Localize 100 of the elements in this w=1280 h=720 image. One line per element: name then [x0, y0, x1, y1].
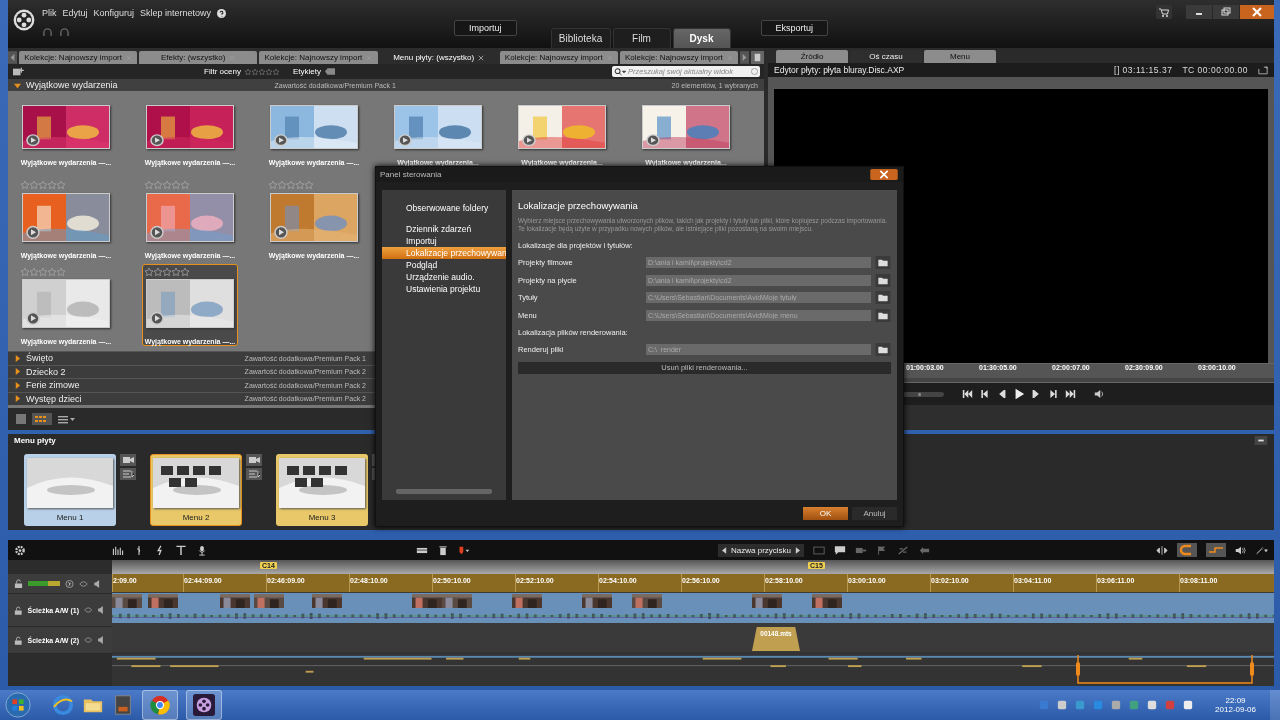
grid-view-icon[interactable]	[32, 413, 52, 425]
star-icon[interactable]	[48, 181, 56, 190]
star-icon[interactable]	[39, 181, 47, 190]
magnet-icon[interactable]	[1177, 543, 1197, 557]
mode-tab[interactable]: Biblioteka	[550, 28, 611, 48]
library-tab[interactable]: Kolekcje: Najnowszy import	[259, 51, 378, 64]
ok-button[interactable]: OK	[803, 506, 848, 520]
play-icon[interactable]	[1013, 388, 1025, 400]
clock-time[interactable]: 22:09	[1225, 696, 1246, 705]
rating-stars[interactable]	[269, 180, 313, 190]
scroll-right-icon[interactable]	[740, 51, 750, 64]
camera-link-icon[interactable]	[246, 454, 262, 466]
sort-icon[interactable]	[246, 468, 262, 480]
star-icon[interactable]	[278, 181, 286, 190]
clock-date[interactable]: 2012-09-06	[1215, 705, 1256, 714]
tray-icon[interactable]	[1183, 700, 1194, 710]
list-view-icon[interactable]	[56, 413, 76, 425]
rating-stars[interactable]	[145, 267, 189, 277]
star-icon[interactable]	[244, 68, 251, 75]
import-button[interactable]: Importuj	[454, 20, 517, 36]
next-icon[interactable]	[1048, 389, 1059, 399]
star-icon[interactable]	[272, 68, 279, 75]
star-icon[interactable]	[39, 267, 47, 276]
star-icon[interactable]	[265, 68, 272, 75]
horizontal-scrollbar[interactable]	[396, 489, 492, 494]
star-icon[interactable]	[21, 267, 29, 276]
folder-button[interactable]	[875, 256, 891, 270]
disc-menu-item[interactable]: Menu 2	[150, 454, 242, 526]
export-button[interactable]: Eksportuj	[760, 20, 829, 36]
lock-icon[interactable]	[14, 635, 23, 645]
folder-button[interactable]	[875, 273, 891, 287]
menu-item[interactable]: Sklep internetowy	[140, 8, 212, 18]
microphone-icon[interactable]	[196, 544, 208, 556]
disc-menu-item[interactable]: Menu 1	[24, 454, 116, 526]
menu-item[interactable]: Plik	[42, 8, 57, 18]
document-icon[interactable]	[751, 51, 765, 64]
star-icon[interactable]	[163, 181, 171, 190]
button-name-selector[interactable]: Nazwa przycisku	[718, 543, 804, 557]
star-icon[interactable]	[181, 267, 189, 276]
expand-arrow-icon[interactable]	[14, 395, 21, 403]
star-icon[interactable]	[163, 267, 171, 276]
software-box-icon[interactable]	[112, 694, 134, 716]
magic-wand-icon[interactable]	[1256, 544, 1268, 556]
browser-e-icon[interactable]	[52, 694, 74, 716]
star-icon[interactable]	[251, 68, 258, 75]
star-icon[interactable]	[287, 181, 295, 190]
settings-nav-item[interactable]: Urządzenie audio.	[382, 271, 506, 283]
library-tab[interactable]: Kolekcje: Najnowszy import	[619, 51, 739, 64]
star-icon[interactable]	[145, 181, 153, 190]
speaker-icon[interactable]	[1235, 544, 1247, 556]
volume-icon[interactable]	[1094, 389, 1105, 399]
expand-arrow-icon[interactable]	[14, 381, 21, 389]
settings-nav-item[interactable]: Dziennik zdarzeń	[382, 223, 506, 235]
close-icon[interactable]	[478, 54, 485, 61]
menu-item[interactable]: Edytuj	[62, 8, 88, 18]
cart-icon[interactable]	[1156, 5, 1172, 19]
tag-icon[interactable]	[324, 68, 335, 75]
star-icon[interactable]	[172, 267, 180, 276]
text-icon[interactable]	[175, 544, 187, 556]
rating-stars[interactable]	[145, 180, 189, 190]
expand-arrow-icon[interactable]	[14, 368, 21, 376]
settings-nav-item[interactable]: Ustawienia projektu	[382, 283, 506, 295]
rating-stars[interactable]	[21, 180, 65, 190]
lock-icon[interactable]	[14, 579, 23, 588]
star-icon[interactable]	[172, 181, 180, 190]
panel-icon[interactable]	[14, 413, 28, 425]
library-tab[interactable]: Efekty: (wszystko)	[139, 51, 258, 64]
preview-tab[interactable]: Źródło	[776, 50, 848, 63]
settings-nav-item[interactable]: Importuj	[382, 235, 506, 247]
search-icon[interactable]	[614, 67, 626, 76]
folder-button[interactable]	[875, 308, 891, 322]
preview-tab[interactable]: Oś czasu	[850, 50, 922, 63]
star-icon[interactable]	[21, 181, 29, 190]
disc-menu-item[interactable]: Menu 3	[276, 454, 368, 526]
star-icon[interactable]	[30, 181, 38, 190]
lock-icon[interactable]	[14, 605, 23, 615]
marker-icon[interactable]	[458, 544, 470, 556]
next-arrow-icon[interactable]	[795, 546, 800, 554]
frame-icon[interactable]	[813, 544, 825, 556]
expand-arrow-icon[interactable]	[14, 354, 21, 362]
split-icon[interactable]	[1156, 544, 1168, 556]
cancel-button[interactable]: Anuluj	[852, 506, 897, 520]
restore-button[interactable]	[1213, 5, 1239, 19]
star-icon[interactable]	[154, 181, 162, 190]
minimize-button[interactable]	[1186, 5, 1212, 19]
tray-icon[interactable]	[1147, 700, 1158, 710]
previous-icon[interactable]	[979, 389, 990, 399]
star-icon[interactable]	[181, 181, 189, 190]
rating-stars[interactable]	[21, 267, 65, 277]
clear-icon[interactable]	[751, 68, 758, 75]
tags-label[interactable]: Etykiety	[292, 67, 321, 76]
speech-bubble-icon[interactable]	[834, 544, 846, 556]
star-icon[interactable]	[154, 267, 162, 276]
mode-tab[interactable]: Film	[612, 28, 671, 48]
collapse-icon[interactable]	[1254, 435, 1268, 445]
redo-icon[interactable]	[59, 28, 70, 37]
tray-icon[interactable]	[1057, 700, 1068, 710]
start-button[interactable]	[4, 691, 32, 719]
camera-link-icon[interactable]	[120, 454, 136, 466]
star-icon[interactable]	[57, 181, 65, 190]
